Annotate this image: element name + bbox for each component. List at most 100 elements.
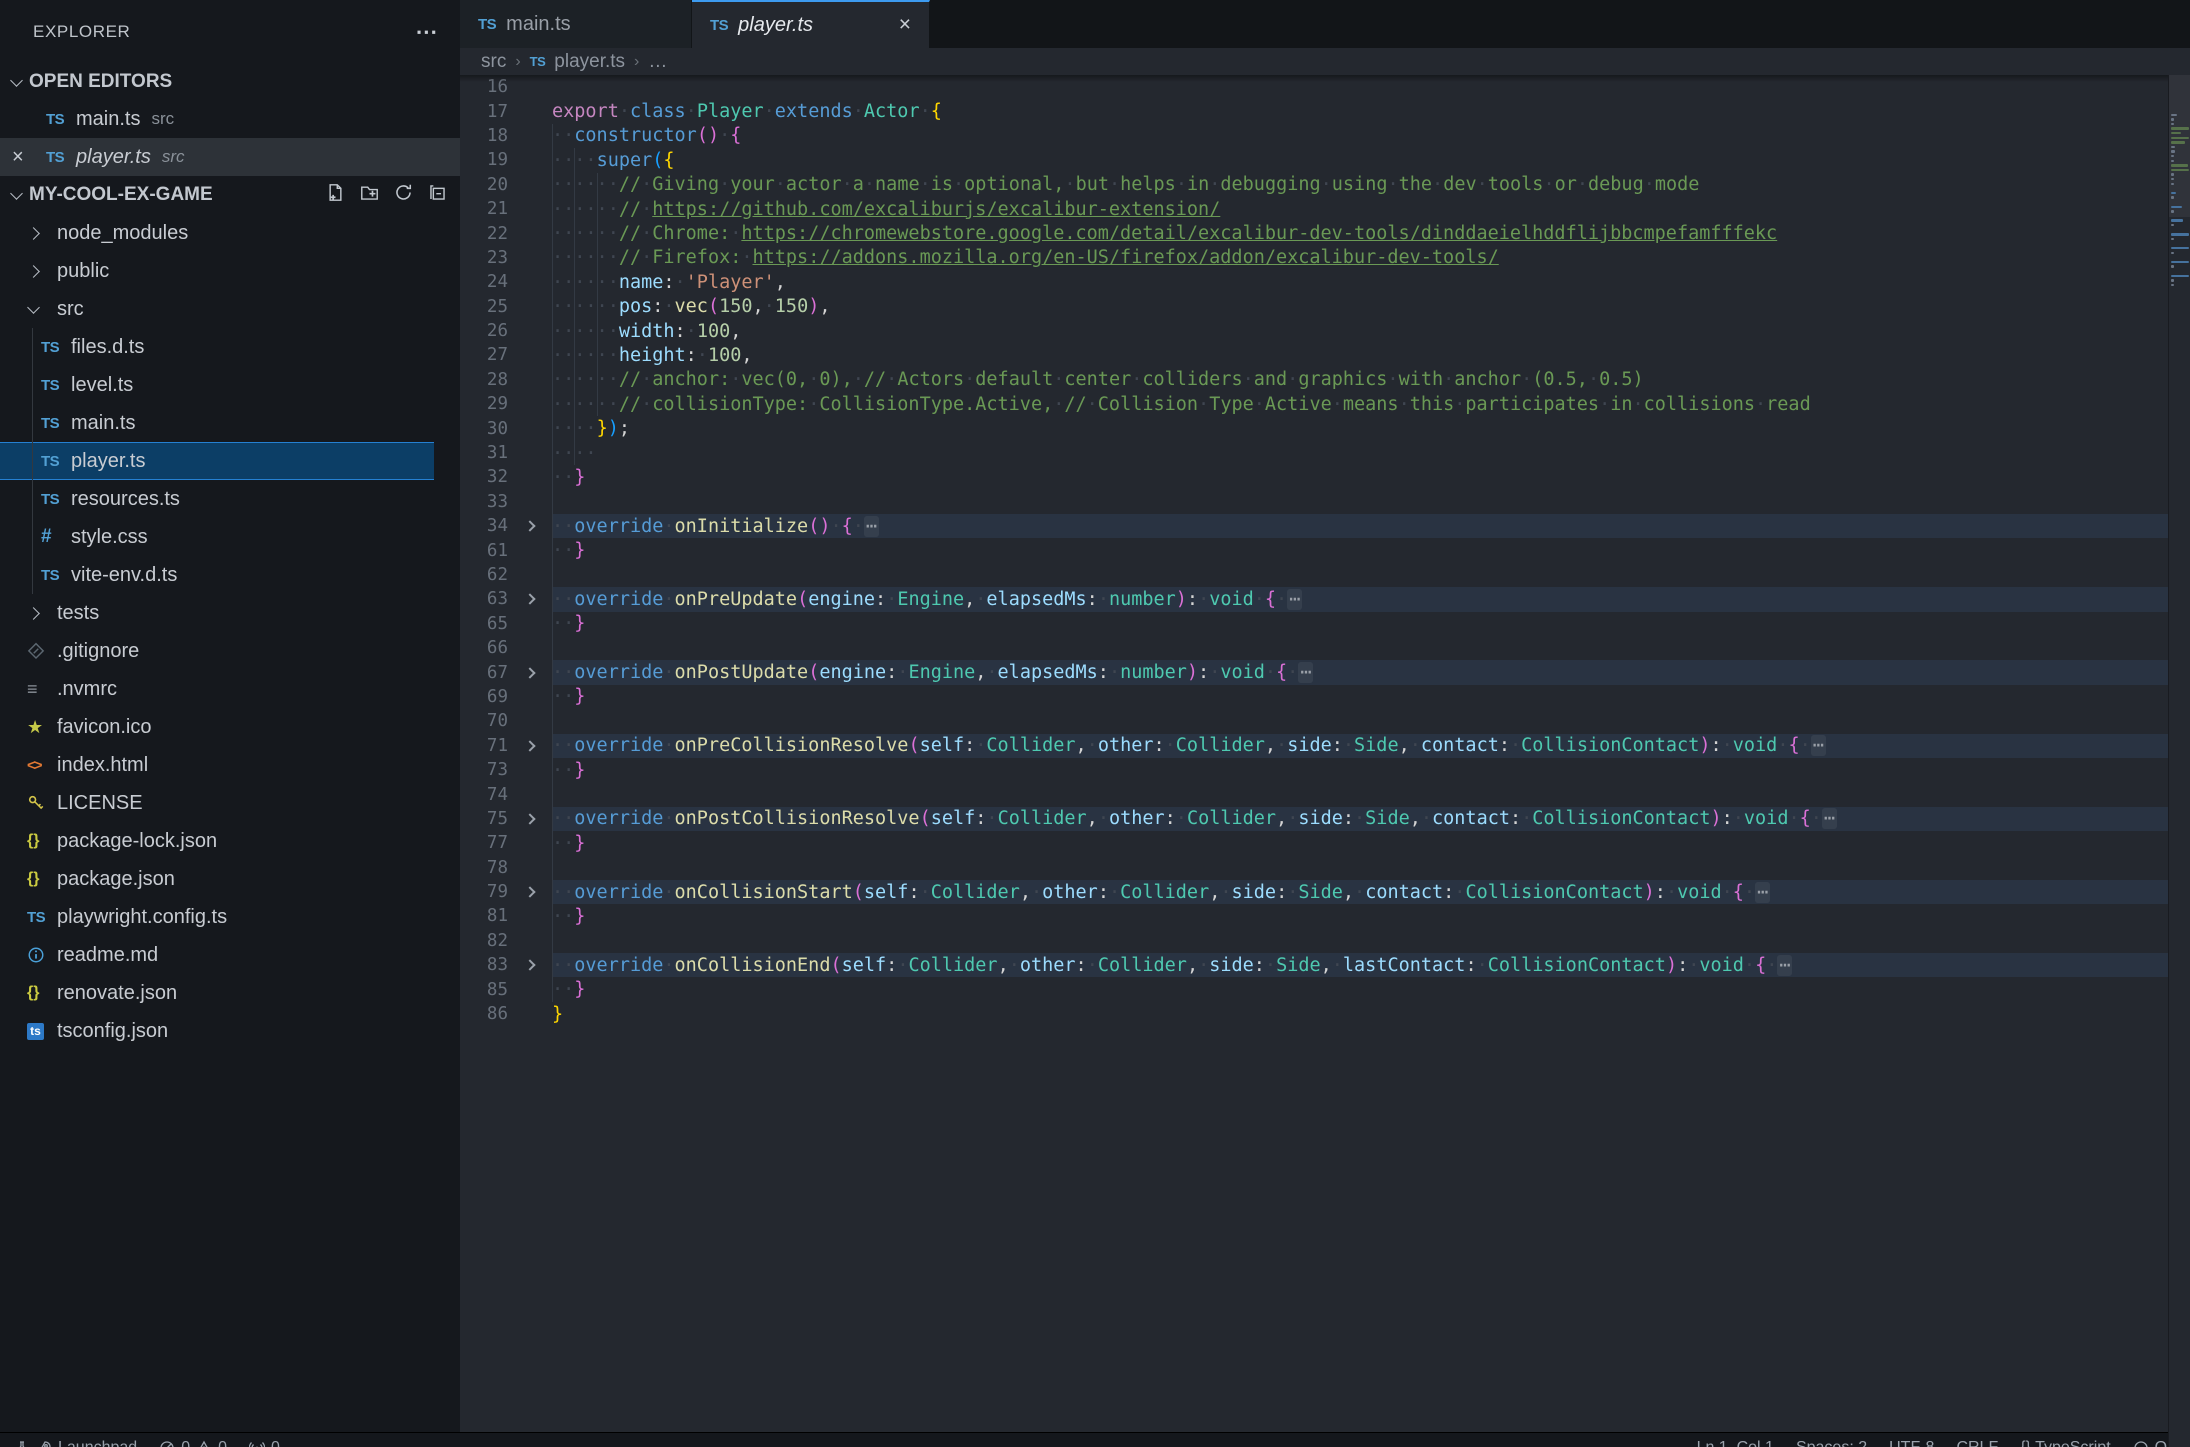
tree-item-playwright-config-ts[interactable]: TSplaywright.config.ts [0,898,460,936]
code-line[interactable]: 81··} [460,904,2190,928]
code-line[interactable]: 71··override·onPreCollisionResolve(self:… [460,734,2190,758]
code-line[interactable]: 29······//·collisionType:·CollisionType.… [460,392,2190,416]
tree-item--nvmrc[interactable]: ≡.nvmrc [0,670,460,708]
collapse-all-icon[interactable] [428,183,447,208]
code-line[interactable]: 78 [460,856,2190,880]
fold-chevron-icon[interactable] [508,888,552,896]
code-line[interactable]: 19····super({ [460,148,2190,172]
tree-item-license[interactable]: LICENSE [0,784,460,822]
tree-item-style-css[interactable]: #style.css [0,518,460,556]
code-line[interactable]: 82 [460,929,2190,953]
more-actions-icon[interactable]: ⋯ [415,27,438,37]
breadcrumb-more[interactable]: … [648,51,667,73]
close-icon[interactable]: × [12,146,46,169]
code-line[interactable]: 63··override·onPreUpdate(engine:·Engine,… [460,587,2190,611]
code-line[interactable]: 17export·class·Player·extends·Actor·{ [460,99,2190,123]
code-line[interactable]: 85··} [460,977,2190,1001]
fold-chevron-icon[interactable] [508,961,552,969]
code-line[interactable]: 32··} [460,465,2190,489]
tab-main-ts[interactable]: TSmain.ts [460,0,692,48]
code-line[interactable]: 75··override·onPostCollisionResolve(self… [460,807,2190,831]
status-item-2[interactable]: UTF-8 [1889,1439,1934,1447]
fold-chevron-icon[interactable] [508,522,552,530]
tree-item--gitignore[interactable]: .gitignore [0,632,460,670]
fold-chevron-icon[interactable] [508,595,552,603]
code-line[interactable]: 28······//·anchor:·vec(0,·0),·//·Actors·… [460,368,2190,392]
code-token: side [1298,808,1343,829]
code-token: optional, [964,174,1064,195]
status-ports[interactable]: 0 [249,1439,280,1447]
status-problems[interactable]: 00 [159,1439,227,1447]
code-line[interactable]: 21······//·https://github.com/excaliburj… [460,197,2190,221]
code-line[interactable]: 31···· [460,441,2190,465]
fold-chevron-icon[interactable] [508,669,552,677]
code-line[interactable]: 61··} [460,538,2190,562]
tree-item-public[interactable]: public [0,252,460,290]
breadcrumb-file[interactable]: player.ts [554,51,625,73]
new-file-icon[interactable] [326,183,345,208]
fold-chevron-icon[interactable] [508,815,552,823]
code-line[interactable]: 22······//·Chrome:·https://chromewebstor… [460,221,2190,245]
code-line[interactable]: 79··override·onCollisionStart(self:·Coll… [460,880,2190,904]
status-item-1[interactable]: Spaces: 2 [1796,1439,1867,1447]
code-line[interactable]: 77··} [460,831,2190,855]
code-line[interactable]: 27······height:·100, [460,343,2190,367]
tree-item-vite-env-d-ts[interactable]: TSvite-env.d.ts [0,556,460,594]
code-line[interactable]: 70 [460,709,2190,733]
code-line[interactable]: 74 [460,782,2190,806]
code-line[interactable]: 73··} [460,758,2190,782]
code-line[interactable]: 16 [460,75,2190,99]
new-folder-icon[interactable] [360,183,379,208]
status-item-3[interactable]: CRLF [1956,1439,1998,1447]
minimap[interactable] [2168,75,2190,1447]
minimap-line [2171,233,2189,235]
status-item-4[interactable]: {} TypeScript [2020,1439,2110,1447]
code-line[interactable]: 67··override·onPostUpdate(engine:·Engine… [460,660,2190,684]
tree-item-favicon-ico[interactable]: ★favicon.ico [0,708,460,746]
tree-item-level-ts[interactable]: TSlevel.ts [0,366,460,404]
fold-chevron-icon[interactable] [508,742,552,750]
code-token: : [1722,808,1733,829]
tab-player-ts[interactable]: TSplayer.ts× [692,0,930,48]
tree-item-tests[interactable]: tests [0,594,460,632]
code-line[interactable]: 65··} [460,612,2190,636]
code-line[interactable]: 62 [460,563,2190,587]
code-line[interactable]: 26······width:·100, [460,319,2190,343]
tree-item-resources-ts[interactable]: TSresources.ts [0,480,460,518]
tree-item-player-ts[interactable]: TSplayer.ts [0,442,434,480]
code-line[interactable]: 18··constructor()·{ [460,124,2190,148]
tree-item-src[interactable]: src [0,290,460,328]
whitespace-dots: · [1688,955,1699,976]
tree-item-files-d-ts[interactable]: TSfiles.d.ts [0,328,460,366]
code-line[interactable]: 30····}); [460,416,2190,440]
code-editor[interactable]: 1617export·class·Player·extends·Actor·{1… [460,75,2190,1447]
tree-item-package-json[interactable]: {}package.json [0,860,460,898]
tree-item-tsconfig-json[interactable]: tstsconfig.json [0,1012,460,1050]
code-line[interactable]: 34··override·onInitialize()·{·⋯ [460,514,2190,538]
code-line[interactable]: 69··} [460,685,2190,709]
open-editor-item[interactable]: TSmain.tssrc [0,100,460,138]
tree-item-node-modules[interactable]: node_modules [0,214,460,252]
open-editors-header[interactable]: OPEN EDITORS [0,64,460,100]
tree-item-renovate-json[interactable]: {}renovate.json [0,974,460,1012]
status-item-0[interactable]: Ln 1, Col 1 [1697,1439,1774,1447]
code-line[interactable]: 20······//·Giving·your·actor·a·name·is·o… [460,173,2190,197]
code-line[interactable]: 25······pos:·vec(150,·150), [460,295,2190,319]
status-launchpad[interactable]: Launchpad [14,1439,137,1447]
tree-item-readme-md[interactable]: readme.md [0,936,460,974]
open-editor-item[interactable]: ×TSplayer.tssrc [0,138,460,176]
code-line[interactable]: 83··override·onCollisionEnd(self:·Collid… [460,953,2190,977]
code-line[interactable]: 66 [460,636,2190,660]
breadcrumb-folder[interactable]: src [481,51,506,73]
code-token: : [975,808,986,829]
tree-item-main-ts[interactable]: TSmain.ts [0,404,460,442]
code-line[interactable]: 24······name:·'Player', [460,270,2190,294]
code-line[interactable]: 33 [460,490,2190,514]
refresh-icon[interactable] [394,183,413,208]
tree-item-index-html[interactable]: <>index.html [0,746,460,784]
project-header[interactable]: MY-COOL-EX-GAME [0,176,460,214]
close-icon[interactable]: × [899,13,911,37]
tree-item-package-lock-json[interactable]: {}package-lock.json [0,822,460,860]
code-line[interactable]: 23······//·Firefox:·https://addons.mozil… [460,246,2190,270]
code-line[interactable]: 86} [460,1002,2190,1026]
